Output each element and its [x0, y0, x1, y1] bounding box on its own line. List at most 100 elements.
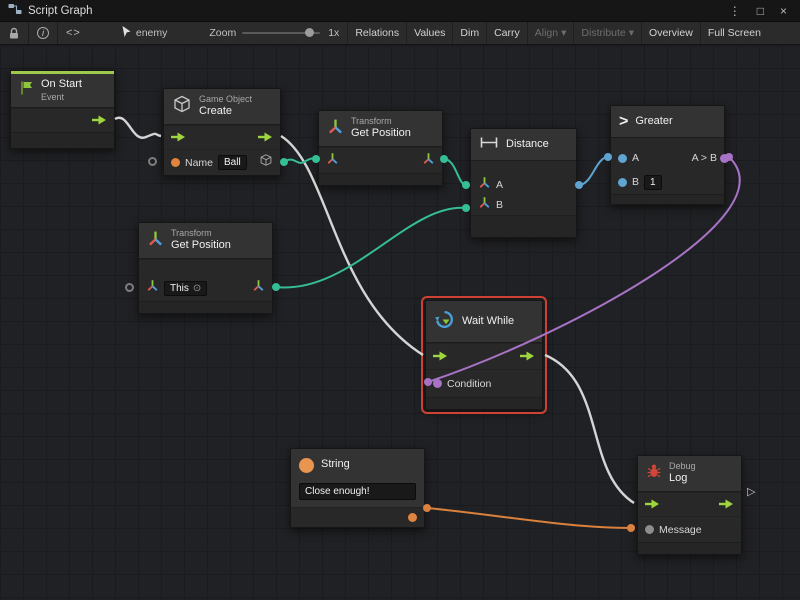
- distance-icon: [479, 136, 499, 154]
- carry-button[interactable]: Carry: [486, 22, 527, 44]
- port-label: A: [496, 179, 503, 191]
- node-title: Get Position: [351, 127, 411, 141]
- input-port-b[interactable]: [618, 178, 627, 187]
- node-distance[interactable]: Distance A B: [470, 128, 577, 238]
- info-icon[interactable]: i: [29, 22, 57, 44]
- node-game-object-create[interactable]: Game Object Create Name Ball: [163, 88, 281, 176]
- vector-input-port-a[interactable]: [478, 176, 491, 194]
- condition-input-port[interactable]: [433, 379, 442, 388]
- node-category: Transform: [351, 116, 411, 127]
- unconnected-port-ring[interactable]: [125, 283, 134, 292]
- port-label: A: [632, 152, 639, 164]
- values-button[interactable]: Values: [406, 22, 452, 44]
- wire-position-to-distance-b[interactable]: [276, 208, 466, 288]
- align-dropdown[interactable]: Align ▾: [527, 22, 574, 44]
- node-title: Create: [199, 105, 252, 119]
- chevron-down-icon: ▾: [629, 27, 634, 39]
- node-string-literal[interactable]: String Close enough!: [290, 448, 425, 528]
- exec-output-port[interactable]: [258, 129, 273, 147]
- wire-position-to-distance-a[interactable]: [444, 159, 466, 185]
- exec-output-port[interactable]: [719, 496, 734, 514]
- node-wait-while[interactable]: Wait While Condition: [425, 300, 543, 410]
- node-title: Wait While: [462, 315, 514, 329]
- zoom-slider-handle[interactable]: [305, 28, 314, 37]
- port-label: B: [632, 176, 639, 188]
- input-port-a[interactable]: [618, 154, 627, 163]
- maximize-icon[interactable]: □: [752, 4, 769, 18]
- bug-icon: [646, 463, 662, 484]
- window-title: Script Graph: [28, 5, 93, 17]
- exec-input-port[interactable]: [645, 496, 660, 514]
- output-label: A > B: [692, 152, 717, 164]
- bool-output-port[interactable]: [720, 154, 729, 163]
- node-footer: [638, 542, 741, 554]
- node-get-position-left[interactable]: Transform Get Position This ⊙: [138, 222, 273, 314]
- b-value-field[interactable]: 1: [644, 175, 662, 190]
- node-footer: [11, 132, 114, 148]
- wire-distance-to-greater-a[interactable]: [579, 157, 608, 185]
- unconnected-port-ring[interactable]: [148, 157, 157, 166]
- node-category: Transform: [171, 228, 231, 239]
- graph-breadcrumb[interactable]: enemy: [113, 22, 176, 44]
- relations-button[interactable]: Relations: [347, 22, 406, 44]
- titlebar: Script Graph ⋮ □ ×: [0, 0, 800, 22]
- position-output-port[interactable]: [252, 279, 265, 297]
- wire-string-to-message[interactable]: [427, 508, 631, 528]
- node-category: Debug: [669, 461, 696, 472]
- overview-button[interactable]: Overview: [641, 22, 700, 44]
- transform-icon: [147, 230, 164, 252]
- wire-object-create-to-get-position[interactable]: [284, 158, 316, 162]
- port-label: B: [496, 199, 503, 211]
- node-greater[interactable]: > Greater A A > B B 1: [610, 105, 725, 205]
- wire-exec-on-start-to-create[interactable]: [115, 118, 161, 138]
- window-menu-icon[interactable]: ⋮: [724, 4, 746, 18]
- exec-output-port[interactable]: [520, 348, 535, 366]
- transform-input-port[interactable]: [146, 279, 159, 297]
- zoom-label: Zoom: [201, 22, 236, 44]
- node-get-position-top[interactable]: Transform Get Position: [318, 110, 443, 186]
- exec-input-port[interactable]: [171, 129, 186, 147]
- graph-toolbar: i <> enemy Zoom 1x Relations Values Dim …: [0, 22, 800, 45]
- wire-exec-wait-while-to-log[interactable]: [545, 355, 634, 503]
- exec-input-port[interactable]: [433, 348, 448, 366]
- dim-button[interactable]: Dim: [452, 22, 486, 44]
- target-field[interactable]: This ⊙: [164, 281, 207, 296]
- node-title: Distance: [506, 138, 549, 152]
- close-icon[interactable]: ×: [775, 4, 792, 18]
- node-footer: [139, 301, 272, 313]
- script-graph-window: Script Graph ⋮ □ × i <> enemy Zoom: [0, 0, 800, 600]
- node-category: Game Object: [199, 94, 252, 105]
- string-output-port[interactable]: [408, 513, 417, 522]
- lock-icon[interactable]: [0, 22, 28, 44]
- node-subtitle: Event: [41, 92, 82, 103]
- node-footer: [471, 215, 576, 237]
- position-output-port[interactable]: [422, 152, 435, 170]
- node-debug-log[interactable]: Debug Log Message: [637, 455, 742, 555]
- zoom-slider[interactable]: [242, 32, 320, 34]
- node-on-start-event[interactable]: On Start Event: [10, 70, 115, 149]
- graph-canvas[interactable]: On Start Event Game Object Create: [0, 45, 800, 600]
- string-icon: [299, 458, 314, 473]
- string-value-wrap: Close enough!: [291, 481, 424, 507]
- full-screen-button[interactable]: Full Screen: [700, 22, 768, 44]
- code-view-icon[interactable]: <>: [58, 22, 89, 44]
- cube-icon: [172, 94, 192, 119]
- message-input-port[interactable]: [645, 525, 654, 534]
- wait-clock-icon: [434, 309, 455, 335]
- target-icon: ⊙: [193, 283, 201, 294]
- string-value-field[interactable]: Close enough!: [299, 483, 416, 500]
- distribute-dropdown[interactable]: Distribute ▾: [573, 22, 641, 44]
- zoom-value: 1x: [326, 22, 347, 44]
- transform-input-port[interactable]: [326, 152, 339, 170]
- port-label: Condition: [447, 378, 491, 390]
- game-object-output-port[interactable]: [259, 153, 273, 172]
- greater-icon: >: [619, 113, 628, 131]
- name-input-port[interactable]: [171, 158, 180, 167]
- node-title: On Start: [41, 78, 82, 92]
- exec-output-port[interactable]: [92, 112, 107, 130]
- vector-input-port-b[interactable]: [478, 196, 491, 214]
- cursor-icon: [121, 25, 132, 41]
- node-footer: [319, 173, 442, 185]
- transform-icon: [327, 118, 344, 140]
- name-field[interactable]: Ball: [218, 155, 247, 170]
